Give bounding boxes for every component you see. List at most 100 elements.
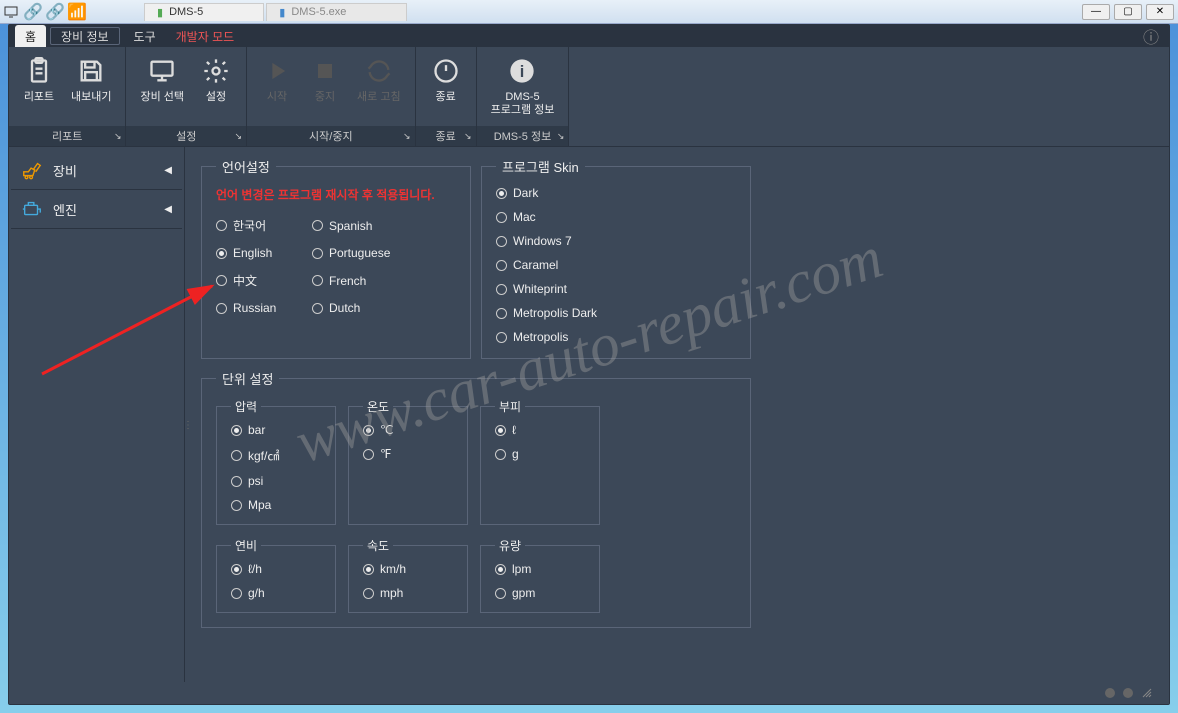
taskbar-tab-dms5[interactable]: ▮DMS-5 bbox=[144, 3, 264, 21]
radio-lang-[interactable]: 한국어 bbox=[216, 217, 306, 234]
radio-dot-icon bbox=[496, 212, 507, 223]
radio-dot-icon bbox=[216, 220, 227, 231]
radio-unit-mpa[interactable]: Mpa bbox=[231, 498, 271, 512]
resize-grip-icon[interactable] bbox=[1141, 687, 1153, 699]
radio-unit-psi[interactable]: psi bbox=[231, 474, 263, 488]
radio-label: Mpa bbox=[248, 498, 271, 512]
radio-lang-french[interactable]: French bbox=[312, 272, 402, 289]
radio-lang-[interactable]: 中文 bbox=[216, 272, 306, 289]
ribbon-power-button[interactable]: 종료 bbox=[422, 51, 470, 126]
ribbon-label: 시작 bbox=[267, 91, 287, 104]
radio-unit-h[interactable]: ℓ/h bbox=[231, 562, 262, 576]
ribbon-info-button[interactable]: iDMS-5 프로그램 정보 bbox=[483, 51, 563, 126]
radio-lang-spanish[interactable]: Spanish bbox=[312, 217, 402, 234]
radio-lang-russian[interactable]: Russian bbox=[216, 301, 306, 315]
radio-unit-kgf[interactable]: kgf/㎠ bbox=[231, 447, 279, 464]
radio-dot-icon bbox=[495, 449, 506, 460]
language-warning: 언어 변경은 프로그램 재시작 후 적용됩니다. bbox=[216, 186, 456, 203]
radio-unit-g[interactable]: g bbox=[495, 447, 519, 461]
radio-lang-english[interactable]: English bbox=[216, 246, 306, 260]
radio-dot-icon bbox=[363, 564, 374, 575]
radio-dot-icon bbox=[312, 248, 323, 259]
radio-unit-[interactable]: ℃ bbox=[363, 423, 393, 437]
radio-skin-caramel[interactable]: Caramel bbox=[496, 258, 558, 272]
radio-label: 한국어 bbox=[233, 217, 266, 234]
radio-skin-windows7[interactable]: Windows 7 bbox=[496, 234, 572, 248]
maximize-button[interactable]: ▢ bbox=[1114, 4, 1142, 20]
radio-unit-gpm[interactable]: gpm bbox=[495, 586, 535, 600]
monitor-icon bbox=[146, 55, 178, 87]
info-icon: i bbox=[506, 55, 538, 87]
radio-unit-[interactable]: ℉ bbox=[363, 447, 391, 461]
unit-panel-속도: 속도 km/h mph bbox=[348, 537, 468, 613]
radio-label: bar bbox=[248, 423, 265, 437]
unit-title: 속도 bbox=[363, 537, 393, 554]
clipboard-icon bbox=[23, 55, 55, 87]
ribbon-group-label: DMS-5 정보↘ bbox=[477, 126, 569, 146]
unit-panel-압력: 압력 bar kgf/㎠ psi Mpa bbox=[216, 398, 336, 525]
minimize-button[interactable]: — bbox=[1082, 4, 1110, 20]
ribbon-refresh-button: 새로 고침 bbox=[349, 51, 409, 126]
link-icon-2: 🔗 bbox=[48, 5, 62, 19]
radio-skin-metropolis[interactable]: Metropolis bbox=[496, 330, 568, 344]
ribbon-group-label: 리포트↘ bbox=[9, 126, 125, 146]
ribbon-gear-button[interactable]: 설정 bbox=[192, 51, 240, 126]
taskbar-tab-dms5-exe[interactable]: ▮DMS-5.exe bbox=[266, 3, 407, 21]
radio-skin-mac[interactable]: Mac bbox=[496, 210, 536, 224]
unit-title: 부피 bbox=[495, 398, 525, 415]
radio-label: psi bbox=[248, 474, 263, 488]
radio-label: French bbox=[329, 274, 366, 288]
radio-label: Spanish bbox=[329, 219, 372, 233]
radio-dot-icon bbox=[312, 275, 323, 286]
radio-dot-icon bbox=[496, 332, 507, 343]
radio-skin-dark[interactable]: Dark bbox=[496, 186, 538, 200]
units-panel: 단위 설정 압력barkgf/㎠psiMpa온도℃℉부피ℓg 연비ℓ/hg/h속… bbox=[201, 369, 751, 628]
ribbon-group-label: 시작/중지↘ bbox=[247, 126, 415, 146]
ribbon-label: 중지 bbox=[315, 91, 335, 104]
radio-label: kgf/㎠ bbox=[248, 447, 279, 464]
info-icon[interactable]: ⓘ bbox=[1133, 25, 1169, 47]
ribbon-monitor-button[interactable]: 장비 선택 bbox=[132, 51, 192, 126]
sidebar-item-excavator[interactable]: 장비◀ bbox=[11, 151, 182, 190]
radio-label: Dutch bbox=[329, 301, 360, 315]
skin-panel: 프로그램 Skin DarkMacWindows 7CaramelWhitepr… bbox=[481, 157, 751, 359]
radio-dot-icon bbox=[231, 476, 242, 487]
language-title: 언어설정 bbox=[216, 157, 276, 176]
radio-unit-bar[interactable]: bar bbox=[231, 423, 265, 437]
radio-label: lpm bbox=[512, 562, 531, 576]
ribbon-save-button[interactable]: 내보내기 bbox=[63, 51, 119, 126]
main-content: 언어설정 언어 변경은 프로그램 재시작 후 적용됩니다. 한국어 Spanish… bbox=[191, 147, 1169, 704]
close-button[interactable]: ✕ bbox=[1146, 4, 1174, 20]
radio-skin-metropolisdark[interactable]: Metropolis Dark bbox=[496, 306, 597, 320]
tab-developer-mode[interactable]: 개발자 모드 bbox=[166, 25, 245, 47]
ribbon-label: 종료 bbox=[435, 91, 455, 104]
radio-label: 中文 bbox=[233, 272, 257, 289]
ribbon-group-label: 설정↘ bbox=[126, 126, 246, 146]
unit-panel-부피: 부피 ℓg bbox=[480, 398, 600, 525]
radio-skin-whiteprint[interactable]: Whiteprint bbox=[496, 282, 567, 296]
radio-label: ℉ bbox=[380, 447, 391, 461]
ribbon-clipboard-button[interactable]: 리포트 bbox=[15, 51, 63, 126]
tab-equipment-info[interactable]: 장비 정보 bbox=[50, 27, 120, 45]
unit-title: 압력 bbox=[231, 398, 261, 415]
sidebar: 장비◀엔진◀ bbox=[9, 147, 185, 704]
radio-unit-mph[interactable]: mph bbox=[363, 586, 403, 600]
menubar: 홈 장비 정보 도구 개발자 모드 ⓘ bbox=[9, 25, 1169, 47]
chevron-left-icon: ◀ bbox=[164, 165, 172, 176]
tab-home[interactable]: 홈 bbox=[15, 25, 46, 47]
radio-unit-kmh[interactable]: km/h bbox=[363, 562, 406, 576]
unit-panel-유량: 유량lpmgpm bbox=[480, 537, 600, 613]
radio-unit-[interactable]: ℓ bbox=[495, 423, 516, 437]
radio-label: km/h bbox=[380, 562, 406, 576]
os-titlebar: 🔗 🔗 📶 ▮DMS-5 ▮DMS-5.exe — ▢ ✕ bbox=[0, 0, 1178, 24]
tab-tools[interactable]: 도구 bbox=[124, 25, 166, 47]
power-icon bbox=[430, 55, 462, 87]
radio-dot-icon bbox=[495, 588, 506, 599]
sidebar-item-engine[interactable]: 엔진◀ bbox=[11, 190, 182, 229]
radio-unit-gh[interactable]: g/h bbox=[231, 586, 265, 600]
radio-lang-dutch[interactable]: Dutch bbox=[312, 301, 402, 315]
radio-unit-lpm[interactable]: lpm bbox=[495, 562, 531, 576]
radio-lang-portuguese[interactable]: Portuguese bbox=[312, 246, 402, 260]
unit-panel-연비: 연비ℓ/hg/h bbox=[216, 537, 336, 613]
radio-label: Dark bbox=[513, 186, 538, 200]
